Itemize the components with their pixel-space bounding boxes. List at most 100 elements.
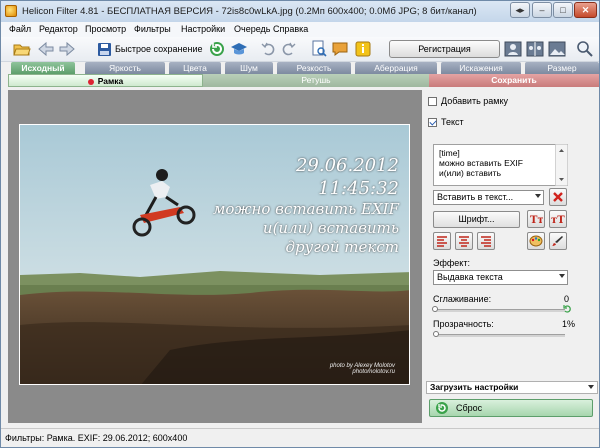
single-view-icon[interactable] <box>504 40 522 58</box>
tab-aberration[interactable]: Аберрация <box>355 62 437 74</box>
align-left-icon <box>437 236 447 247</box>
align-left-button[interactable] <box>433 232 451 250</box>
photo-credit: photo by Alexey Molotov photomolotov.ru <box>330 363 395 376</box>
window-extra-button[interactable]: ◂▸ <box>510 2 530 18</box>
zoom-icon[interactable] <box>576 40 594 58</box>
text-scrollbar[interactable] <box>555 144 568 186</box>
smoothing-value: 0 <box>564 294 570 304</box>
active-dot-icon <box>87 78 94 85</box>
undo-icon[interactable] <box>260 40 278 58</box>
subtab-retouch[interactable]: Ретушь <box>203 74 429 87</box>
title-bar: Helicon Filter 4.81 - БЕСПЛАТНАЯ ВЕРСИЯ … <box>1 1 599 22</box>
delete-button[interactable] <box>549 188 567 206</box>
subtabs: Рамка Ретушь Сохранить <box>1 74 599 87</box>
tab-brightness[interactable]: Яркость <box>85 62 165 74</box>
text-size-down-button[interactable]: Tт <box>527 210 545 228</box>
reset-icon <box>436 402 448 414</box>
menu-editor[interactable]: Редактор <box>39 24 78 34</box>
subtab-frame[interactable]: Рамка <box>8 74 203 87</box>
chevron-down-icon <box>588 385 594 389</box>
overlay-line-5: другой текст <box>285 237 399 256</box>
align-center-button[interactable] <box>455 232 473 250</box>
insert-select-value: Вставить в текст... <box>437 192 514 202</box>
subtab-frame-label: Рамка <box>97 76 124 86</box>
floppy-disk-icon <box>98 42 111 56</box>
menu-queue[interactable]: Очередь <box>234 24 270 34</box>
subtab-save[interactable]: Сохранить <box>429 74 599 87</box>
menu-filters[interactable]: Фильтры <box>134 24 171 34</box>
tab-original[interactable]: Исходный <box>11 62 75 74</box>
tab-colors[interactable]: Цвета <box>169 62 221 74</box>
arrow-right-icon[interactable] <box>58 40 76 58</box>
quick-save-button[interactable]: Быстрое сохранение <box>93 40 207 58</box>
add-frame-checkbox-row[interactable]: Добавить рамку <box>428 96 508 106</box>
toolbar: Быстрое сохранение Регистрация <box>1 37 599 62</box>
transparency-slider-track[interactable] <box>435 334 565 337</box>
smoothing-slider-thumb[interactable] <box>432 306 438 312</box>
text-small-icon: Tт <box>530 215 543 225</box>
align-right-icon <box>481 236 491 247</box>
overlay-line-3: можно вставить EXIF <box>212 200 399 218</box>
arrow-left-icon[interactable] <box>37 40 55 58</box>
app-logo-icon <box>5 5 17 17</box>
split-view-icon[interactable] <box>526 40 544 58</box>
photo: 29.06.2012 11:45:32 можно вставить EXIF … <box>19 124 410 385</box>
reset-button[interactable]: Сброс <box>429 399 593 417</box>
overlay-time: 11:45:32 <box>318 177 399 199</box>
photo-credit-line-1: photo by Alexey Molotov <box>329 362 395 369</box>
image-preview[interactable]: 29.06.2012 11:45:32 можно вставить EXIF … <box>8 90 422 423</box>
quick-save-label: Быстрое сохранение <box>115 44 203 54</box>
reset-arrow-icon[interactable] <box>563 304 572 313</box>
add-frame-label: Добавить рамку <box>441 96 509 106</box>
transparency-label: Прозрачность: <box>433 319 494 329</box>
compare-view-icon[interactable] <box>548 40 566 58</box>
document-search-icon[interactable] <box>310 40 328 58</box>
menu-file[interactable]: Файл <box>9 24 31 34</box>
text-size-up-button[interactable]: тT <box>549 210 567 228</box>
close-button[interactable]: ✕ <box>574 2 597 18</box>
smoothing-label: Сглаживание: <box>433 294 492 304</box>
load-settings-select[interactable]: Загрузить настройки <box>426 381 598 394</box>
brush-button[interactable] <box>549 232 567 250</box>
filter-tabs: Исходный Яркость Цвета Шум Резкость Абер… <box>1 62 599 74</box>
overlay-text-input[interactable]: [time] можно вставить EXIF и(или) встави… <box>433 144 568 186</box>
tab-noise[interactable]: Шум <box>225 62 273 74</box>
graduation-cap-icon[interactable] <box>230 40 248 58</box>
tab-size[interactable]: Размер <box>525 62 599 74</box>
window-title: Helicon Filter 4.81 - БЕСПЛАТНАЯ ВЕРСИЯ … <box>22 6 477 17</box>
register-button[interactable]: Регистрация <box>389 40 500 58</box>
font-button[interactable]: Шрифт... <box>433 211 520 228</box>
tab-distortions[interactable]: Искажения <box>441 62 521 74</box>
load-settings-label: Загрузить настройки <box>430 382 519 392</box>
tab-sharpness[interactable]: Резкость <box>277 62 351 74</box>
text-line-1: [time] <box>439 148 460 158</box>
redo-icon[interactable] <box>279 40 297 58</box>
info-icon[interactable] <box>354 40 372 58</box>
overlay-line-4: и(или) вставить <box>262 218 399 237</box>
text-checkbox-row[interactable]: Текст <box>428 117 464 127</box>
menu-settings[interactable]: Настройки <box>181 24 225 34</box>
smoothing-slider-track[interactable] <box>435 309 565 312</box>
text-line-2: можно вставить EXIF <box>439 158 523 168</box>
add-frame-checkbox[interactable] <box>428 96 437 106</box>
menu-help[interactable]: Справка <box>273 24 308 34</box>
color-palette-button[interactable] <box>527 232 545 250</box>
status-bar: Фильтры: Рамка. EXIF: 29.06.2012; 600x40… <box>1 428 599 447</box>
menu-view[interactable]: Просмотр <box>85 24 126 34</box>
text-line-3: и(или) вставить <box>439 168 502 178</box>
text-overlay: 29.06.2012 11:45:32 можно вставить EXIF … <box>213 155 399 256</box>
refresh-icon[interactable] <box>208 40 226 58</box>
menu-bar: Файл Редактор Просмотр Фильтры Настройки… <box>1 22 599 37</box>
speech-bubble-icon[interactable] <box>331 40 349 58</box>
insert-into-text-select[interactable]: Вставить в текст... <box>433 190 544 205</box>
effect-select[interactable]: Выдавка текста <box>433 270 568 285</box>
minimize-button[interactable]: – <box>532 2 552 18</box>
maximize-button[interactable]: □ <box>553 2 573 18</box>
overlay-date: 29.06.2012 <box>295 155 399 176</box>
effect-select-value: Выдавка текста <box>437 272 503 282</box>
reset-label: Сброс <box>456 403 483 413</box>
text-checkbox[interactable] <box>428 117 437 127</box>
red-x-icon <box>553 192 563 202</box>
open-folder-icon[interactable] <box>13 40 31 58</box>
align-right-button[interactable] <box>477 232 495 250</box>
